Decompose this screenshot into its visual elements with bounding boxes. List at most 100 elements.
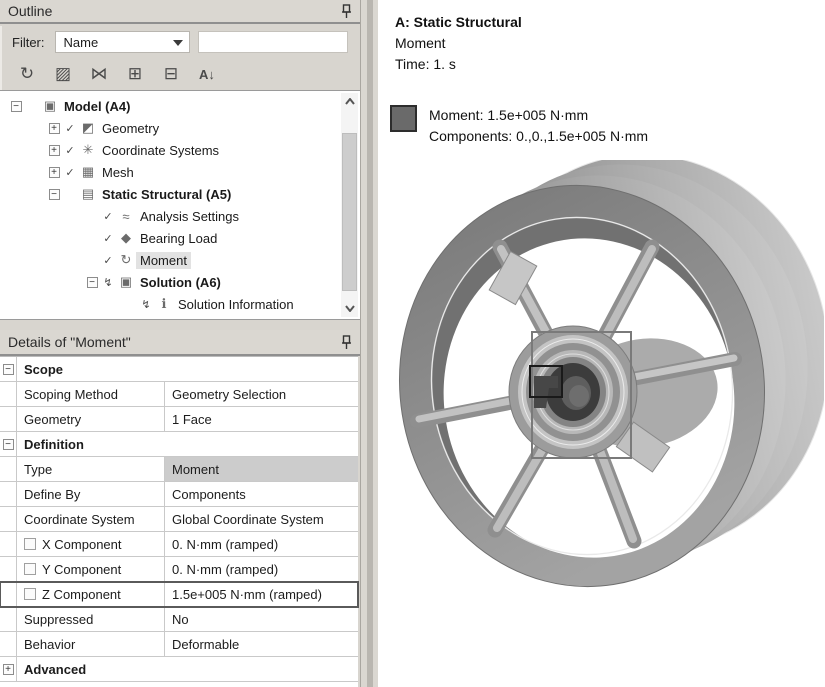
coordinate-systems-icon: ✳ <box>82 142 94 157</box>
mesh-icon: ▦ <box>81 164 95 179</box>
property-label: Suppressed <box>17 607 165 631</box>
show-vertices-icon[interactable]: ⋈ <box>86 62 112 86</box>
graphics-icon[interactable]: ▨ <box>50 62 76 86</box>
sort-az-icon[interactable]: A↓ <box>194 62 220 86</box>
load-legend: Moment: 1.5e+005 N·mm Components: 0.,0.,… <box>390 105 648 147</box>
property-value[interactable]: No <box>165 607 358 631</box>
property-label: Behavior <box>17 632 165 656</box>
result-annotation: A: Static Structural Moment Time: 1. s <box>395 12 522 75</box>
tree-item-label: Moment <box>136 251 191 269</box>
collapse-box-icon[interactable]: − <box>2 363 14 375</box>
tree-item-label: Coordinate Systems <box>102 142 220 158</box>
refresh-worksheet-icon[interactable]: ↻ <box>14 62 40 86</box>
check-icon: ✓ <box>65 166 75 179</box>
details-group-scope[interactable]: − Scope <box>0 357 358 382</box>
details-row-suppressed[interactable]: Suppressed No <box>0 607 358 632</box>
scroll-up-icon[interactable] <box>341 93 358 110</box>
check-icon: ✓ <box>103 254 113 267</box>
details-row-geometry[interactable]: Geometry 1 Face <box>0 407 358 432</box>
property-value[interactable]: 0. N·mm (ramped) <box>165 557 358 581</box>
tree-item-label: Solution (A6) <box>140 274 221 290</box>
solution-information-icon: ℹ <box>161 296 167 311</box>
annotation-title: A: Static Structural <box>395 14 522 30</box>
tree-item-static-structural[interactable]: − ▤ Static Structural (A5) <box>0 183 360 205</box>
lightning-icon: ↯ <box>103 276 113 289</box>
property-value[interactable]: Geometry Selection <box>165 382 358 406</box>
outline-tree: − ▣ Model (A4) + ✓ ◩ Geometry + ✓ ✳ Coor… <box>0 90 360 320</box>
property-value[interactable]: Components <box>165 482 358 506</box>
details-row-behavior[interactable]: Behavior Deformable <box>0 632 358 657</box>
graphics-viewport[interactable]: A: Static Structural Moment Time: 1. s M… <box>378 0 825 687</box>
checkbox-icon[interactable] <box>24 588 36 600</box>
collapse-icon[interactable]: ⊟ <box>158 62 184 86</box>
legend-components: Components: 0.,0.,1.5e+005 N·mm <box>429 128 649 144</box>
group-label: Definition <box>17 432 84 456</box>
collapse-box-icon[interactable]: − <box>86 276 98 288</box>
expand-box-icon[interactable]: + <box>48 122 60 134</box>
panel-splitter[interactable] <box>360 0 378 687</box>
tree-item-moment[interactable]: ✓ ↻ Moment <box>0 249 360 271</box>
tree-item-label: Static Structural (A5) <box>102 186 232 202</box>
filter-label: Filter: <box>12 34 45 50</box>
checkbox-icon[interactable] <box>24 538 36 550</box>
tree-scrollbar[interactable] <box>341 93 358 317</box>
details-row-y-component[interactable]: Y Component 0. N·mm (ramped) <box>0 557 358 582</box>
details-row-type[interactable]: Type Moment <box>0 457 358 482</box>
scroll-down-icon[interactable] <box>341 300 358 317</box>
property-value[interactable]: Moment <box>165 457 358 481</box>
expand-box-icon[interactable]: + <box>2 663 14 675</box>
tree-item-analysis-settings[interactable]: ✓ ≈ Analysis Settings <box>0 205 360 227</box>
lightning-icon: ↯ <box>141 298 151 311</box>
details-panel-header: Details of "Moment" <box>0 330 360 356</box>
property-value[interactable]: 0. N·mm (ramped) <box>165 532 358 556</box>
details-group-advanced[interactable]: + Advanced <box>0 657 358 682</box>
tree-item-solution-information[interactable]: ↯ ℹ Solution Information <box>0 293 360 315</box>
group-label: Advanced <box>17 657 87 681</box>
details-row-z-component[interactable]: Z Component 1.5e+005 N·mm (ramped) <box>0 581 359 608</box>
check-icon: ✓ <box>103 210 113 223</box>
property-value[interactable]: Global Coordinate System <box>165 507 358 531</box>
filter-row: Filter: Name <box>0 26 360 58</box>
expand-all-icon[interactable]: ⊞ <box>122 62 148 86</box>
tree-item-geometry[interactable]: + ✓ ◩ Geometry <box>0 117 360 139</box>
checkbox-icon[interactable] <box>24 563 36 575</box>
pulley-model[interactable] <box>386 160 824 687</box>
tree-item-model[interactable]: − ▣ Model (A4) <box>0 95 360 117</box>
tree-item-coordinate-systems[interactable]: + ✓ ✳ Coordinate Systems <box>0 139 360 161</box>
property-value[interactable]: 1 Face <box>165 407 358 431</box>
tree-item-bearing-load[interactable]: ✓ ◆ Bearing Load <box>0 227 360 249</box>
property-label: X Component <box>42 536 122 552</box>
property-value[interactable]: 1.5e+005 N·mm (ramped) <box>165 582 358 606</box>
pin-icon[interactable] <box>340 3 352 19</box>
tree-item-label: Solution Information <box>178 296 294 312</box>
filter-type-dropdown[interactable]: Name <box>54 31 190 53</box>
details-row-define-by[interactable]: Define By Components <box>0 482 358 507</box>
bearing-load-icon: ◆ <box>121 230 131 245</box>
collapse-box-icon[interactable]: − <box>48 188 60 200</box>
property-value[interactable]: Deformable <box>165 632 358 656</box>
expand-box-icon[interactable]: + <box>48 144 60 156</box>
analysis-settings-icon: ≈ <box>122 208 130 224</box>
collapse-box-icon[interactable]: − <box>2 438 14 450</box>
expand-box-icon[interactable]: + <box>48 166 60 178</box>
check-icon: ✓ <box>65 122 75 135</box>
tree-item-solution[interactable]: − ↯ ▣ Solution (A6) <box>0 271 360 293</box>
details-group-definition[interactable]: − Definition <box>0 432 358 457</box>
tree-item-mesh[interactable]: + ✓ ▦ Mesh <box>0 161 360 183</box>
property-label: Type <box>17 457 165 481</box>
solution-icon: ▣ <box>119 274 133 289</box>
details-row-scoping-method[interactable]: Scoping Method Geometry Selection <box>0 382 358 407</box>
tree-item-label: Analysis Settings <box>140 208 239 224</box>
details-title: Details of "Moment" <box>8 334 131 350</box>
pin-icon[interactable] <box>340 334 352 350</box>
details-row-x-component[interactable]: X Component 0. N·mm (ramped) <box>0 532 358 557</box>
scrollbar-thumb[interactable] <box>342 133 357 291</box>
outline-title: Outline <box>8 3 53 19</box>
outline-panel-header: Outline <box>0 0 360 24</box>
property-label: Scoping Method <box>17 382 165 406</box>
details-row-coordinate-system[interactable]: Coordinate System Global Coordinate Syst… <box>0 507 358 532</box>
collapse-box-icon[interactable]: − <box>10 100 22 112</box>
filter-search-input[interactable] <box>197 31 348 53</box>
outline-toolbar: ↻ ▨ ⋈ ⊞ ⊟ A↓ <box>0 58 360 90</box>
tree-item-label: Geometry <box>102 120 160 136</box>
